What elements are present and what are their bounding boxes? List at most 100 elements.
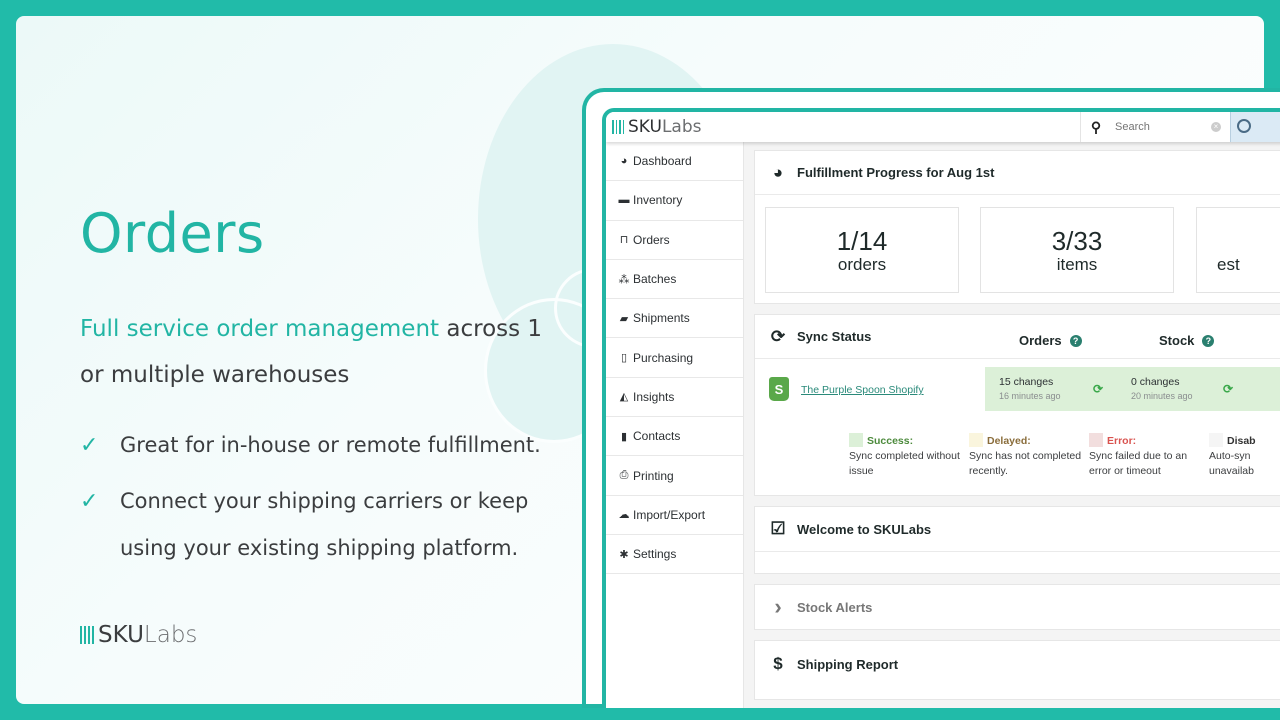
- panel-header: $ Shipping Report: [755, 641, 1280, 687]
- sidebar-item-shipments[interactable]: ▰ Shipments: [606, 299, 743, 339]
- store-sync-row: S The Purple Spoon Shopify 15 changes 16…: [755, 367, 1280, 411]
- legend-label: Disab: [1227, 435, 1256, 447]
- feature-list: ✓ Great for in-house or remote fulfillmen…: [80, 422, 560, 581]
- sidebar-item-label: Contacts: [633, 429, 681, 444]
- search-icon[interactable]: ⚲: [1081, 119, 1111, 136]
- stat-unit: items: [1056, 255, 1098, 274]
- shipping-report-panel[interactable]: $ Shipping Report: [754, 640, 1280, 700]
- legend-swatch: [1209, 433, 1223, 447]
- sidebar-item-batches[interactable]: ⁂ Batches: [606, 260, 743, 300]
- sync-refresh-icon[interactable]: ⟳: [1093, 382, 1103, 396]
- welcome-panel[interactable]: ☑ Welcome to SKULabs: [754, 506, 1280, 574]
- orders-changes: 15 changes: [999, 376, 1054, 388]
- panel-header: ☑ Welcome to SKULabs: [755, 507, 1280, 552]
- sidebar-item-inventory[interactable]: ▬ Inventory: [606, 181, 743, 221]
- panel-header: › Stock Alerts: [755, 585, 1280, 629]
- legend-success: Success: Sync completed without issue: [849, 433, 969, 479]
- sidebar-item-label: Import/Export: [633, 507, 706, 522]
- sidebar-item-label: Dashboard: [633, 154, 692, 169]
- sidebar-item-printing[interactable]: ⎙ Printing: [606, 456, 743, 496]
- stat-unit: est: [1217, 255, 1240, 274]
- store-link[interactable]: The Purple Spoon Shopify: [801, 384, 924, 396]
- sidebar-item-contacts[interactable]: ▮ Contacts: [606, 417, 743, 457]
- help-icon[interactable]: ?: [1202, 335, 1215, 347]
- sidebar-item-purchasing[interactable]: ▯ Purchasing: [606, 338, 743, 378]
- sidebar-item-orders[interactable]: ⊓ Orders: [606, 221, 743, 260]
- legend-swatch: [969, 433, 983, 447]
- truck-icon: ▰: [619, 312, 629, 325]
- app-topbar: SKULabs ⚲ ×: [606, 112, 1280, 142]
- brand-logo: SKU Labs: [80, 622, 197, 648]
- sidebar-item-label: Batches: [633, 272, 677, 287]
- sync-refresh-icon[interactable]: ⟳: [1223, 382, 1233, 396]
- check-icon: ✓: [80, 489, 99, 514]
- subhead-accent: Full service order management: [80, 316, 440, 342]
- print-icon: ⎙: [619, 469, 629, 482]
- legend-swatch: [1089, 433, 1103, 447]
- legend-delayed: Delayed: Sync has not completed recently.: [969, 433, 1089, 479]
- column-label: Stock: [1159, 333, 1195, 348]
- chevron-right-icon: ›: [774, 594, 782, 619]
- globe-button[interactable]: [1230, 112, 1280, 142]
- panel-title: Sync Status: [797, 329, 872, 344]
- search-input[interactable]: [1115, 121, 1205, 133]
- panel-title: Fulfillment Progress for Aug 1st: [797, 165, 995, 180]
- stat-value: 1/14: [836, 226, 888, 256]
- dashboard-icon: ◕: [620, 155, 628, 168]
- column-label: Orders: [1019, 333, 1062, 348]
- stat-orders: 1/14 orders: [765, 207, 959, 293]
- pie-chart-icon: ◕: [772, 162, 784, 182]
- stat-value: [1197, 228, 1280, 254]
- check-icon: ✓: [80, 433, 99, 458]
- legend-error: Error: Sync failed due to an error or tim…: [1089, 433, 1209, 479]
- help-icon[interactable]: ?: [1069, 335, 1082, 347]
- sidebar-item-dashboard[interactable]: ◕ Dashboard: [606, 142, 743, 182]
- legend-desc: Auto-syn unavailab: [1209, 450, 1254, 477]
- area-chart-icon: ◭: [619, 391, 629, 404]
- stat-unit: orders: [837, 255, 887, 274]
- legend-label: Success:: [867, 435, 914, 447]
- gear-icon: ✱: [619, 548, 629, 561]
- basket-icon: ⊓: [619, 234, 629, 247]
- stock-sync-cell: 0 changes 20 minutes ago ⟳: [1117, 367, 1280, 411]
- subheadline: Full service order management across 1 o…: [80, 306, 560, 398]
- sidebar-item-import-export[interactable]: ☁ Import/Export: [606, 496, 743, 535]
- orders-sync-cell: 15 changes 16 minutes ago ⟳: [985, 367, 1117, 411]
- clear-icon[interactable]: ×: [1211, 122, 1221, 132]
- barcode-icon: [612, 120, 624, 134]
- shopify-icon: S: [769, 377, 789, 401]
- panel-title: Stock Alerts: [797, 599, 873, 615]
- orders-time: 16 minutes ago: [999, 391, 1061, 401]
- cloud-upload-icon: ☁: [618, 509, 630, 522]
- sidebar-item-label: Insights: [633, 389, 675, 404]
- archive-icon: ▬: [618, 194, 630, 207]
- headline: Orders: [80, 202, 265, 265]
- app-logo[interactable]: SKU Labs: [612, 117, 701, 137]
- fulfillment-panel: ◕ Fulfillment Progress for Aug 1st 1/14 or…: [754, 150, 1280, 304]
- cubes-icon: ⁂: [618, 273, 630, 286]
- legend-desc: Sync completed without issue: [849, 450, 960, 477]
- legend-swatch: [849, 433, 863, 447]
- file-icon: ▯: [620, 352, 628, 365]
- feature-item: ✓ Connect your shipping carriers or keep …: [80, 478, 560, 572]
- stock-column-header: Stock?: [1159, 333, 1215, 348]
- legend-label: Error:: [1107, 435, 1137, 447]
- stock-alerts-panel[interactable]: › Stock Alerts: [754, 584, 1280, 630]
- sidebar-item-settings[interactable]: ✱ Settings: [606, 535, 743, 575]
- feature-text: Great for in-house or remote fulfillment…: [120, 433, 541, 457]
- refresh-icon: ⟳: [770, 326, 786, 346]
- sidebar-item-label: Purchasing: [633, 350, 694, 365]
- sidebar-item-label: Inventory: [633, 193, 683, 208]
- sidebar-item-insights[interactable]: ◭ Insights: [606, 378, 743, 418]
- orders-column-header: Orders?: [1019, 333, 1082, 348]
- legend-desc: Sync has not completed recently.: [969, 450, 1082, 477]
- legend-desc: Sync failed due to an error or timeout: [1089, 450, 1188, 477]
- stock-time: 20 minutes ago: [1131, 391, 1193, 401]
- sidebar-item-label: Settings: [633, 547, 677, 562]
- sidebar: ◕ Dashboard ▬ Inventory ⊓ Orders ⁂ Batches ▰…: [606, 142, 744, 708]
- app-screen: SKULabs ⚲ × ◕ Dashboard ▬Inventory ⊓ Order…: [602, 108, 1280, 708]
- app-logo-sku: SKU: [628, 117, 662, 137]
- panel-title: Welcome to SKULabs: [797, 521, 932, 537]
- brand-labs: Labs: [143, 622, 198, 648]
- stock-changes: 0 changes: [1131, 376, 1180, 388]
